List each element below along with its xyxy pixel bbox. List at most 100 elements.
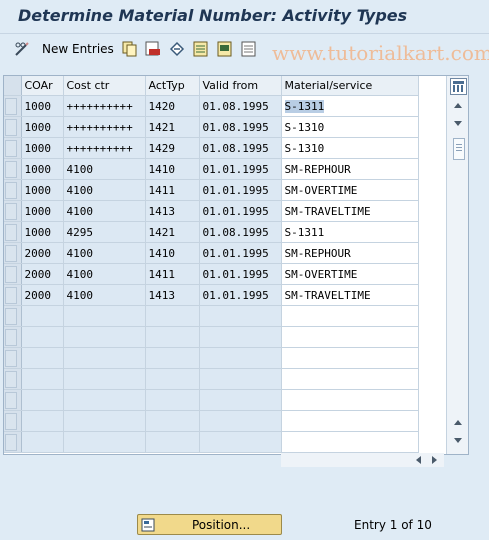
row-selector[interactable] — [4, 326, 22, 348]
select-all-button[interactable] — [192, 40, 210, 58]
new-entries-button[interactable]: New Entries — [34, 40, 114, 58]
undo-icon — [169, 41, 185, 57]
row-selector[interactable] — [4, 158, 22, 180]
empty-cell-material-service[interactable] — [281, 389, 419, 411]
delete-button[interactable] — [144, 40, 162, 58]
row-select-button[interactable] — [5, 202, 17, 220]
column-header-cost-ctr[interactable]: Cost ctr — [63, 76, 146, 96]
cell-acttyp: 1413 — [145, 284, 200, 306]
row-selector[interactable] — [4, 263, 22, 285]
row-selector[interactable] — [4, 389, 22, 411]
column-header-coar[interactable]: COAr — [21, 76, 64, 96]
row-select-button[interactable] — [5, 181, 17, 199]
scroll-page-up-icon[interactable] — [454, 420, 462, 425]
row-select-button[interactable] — [5, 244, 17, 262]
row-selector[interactable] — [4, 179, 22, 201]
cell-material-service[interactable]: S-1311 — [281, 221, 419, 243]
row-selector[interactable] — [4, 242, 22, 264]
empty-cell-material-service[interactable] — [281, 347, 419, 369]
row-selector[interactable] — [4, 137, 22, 159]
position-button[interactable]: Position... — [137, 514, 282, 535]
row-selector[interactable] — [4, 221, 22, 243]
empty-cell-coar — [21, 305, 64, 327]
row-selector[interactable] — [4, 410, 22, 432]
row-selector[interactable] — [4, 347, 22, 369]
scroll-page-down-icon[interactable] — [454, 438, 462, 443]
empty-cell-cost-ctr — [63, 431, 146, 453]
empty-cell-material-service[interactable] — [281, 431, 419, 453]
row-select-button[interactable] — [5, 139, 17, 157]
scroll-right-icon[interactable] — [432, 456, 437, 464]
row-selector[interactable] — [4, 116, 22, 138]
new-entries-label: New Entries — [42, 42, 114, 56]
row-select-button[interactable] — [5, 265, 17, 283]
column-header-valid-from[interactable]: Valid from — [199, 76, 282, 96]
row-selector[interactable] — [4, 431, 22, 453]
select-block-button[interactable] — [216, 40, 234, 58]
cell-material-service[interactable]: S-1310 — [281, 116, 419, 138]
empty-cell-material-service[interactable] — [281, 410, 419, 432]
cell-coar: 1000 — [21, 158, 64, 180]
table-row: 1000 4100 1413 01.01.1995 SM-TRAVELTIME — [4, 200, 419, 222]
position-icon — [141, 518, 155, 531]
row-selector[interactable] — [4, 368, 22, 390]
select-all-rows-cell[interactable] — [4, 76, 22, 96]
cell-acttyp: 1411 — [145, 263, 200, 285]
empty-cell-coar — [21, 431, 64, 453]
cell-material-service[interactable]: SM-OVERTIME — [281, 179, 419, 201]
cell-acttyp: 1410 — [145, 158, 200, 180]
cell-acttyp: 1421 — [145, 221, 200, 243]
row-select-button[interactable] — [5, 370, 17, 388]
empty-cell-valid-from — [199, 389, 282, 411]
cell-material-service[interactable]: S-1311 — [281, 95, 419, 117]
cell-material-service[interactable]: SM-TRAVELTIME — [281, 200, 419, 222]
row-select-button[interactable] — [5, 307, 17, 325]
scroll-down-icon[interactable] — [454, 121, 462, 126]
row-select-button[interactable] — [5, 286, 17, 304]
row-select-button[interactable] — [5, 412, 17, 430]
copy-button[interactable] — [121, 40, 139, 58]
table-row: 1000 4100 1410 01.01.1995 SM-REPHOUR — [4, 158, 419, 180]
row-select-button[interactable] — [5, 223, 17, 241]
column-header-acttyp[interactable]: ActTyp — [145, 76, 200, 96]
row-selector[interactable] — [4, 305, 22, 327]
scroll-up-icon[interactable] — [454, 103, 462, 108]
empty-cell-cost-ctr — [63, 326, 146, 348]
column-header-material-service[interactable]: Material/service — [281, 76, 419, 96]
row-select-button[interactable] — [5, 160, 17, 178]
undo-button[interactable] — [168, 40, 186, 58]
display-change-button[interactable] — [13, 40, 31, 58]
scroll-left-icon[interactable] — [416, 456, 421, 464]
empty-cell-material-service[interactable] — [281, 305, 419, 327]
scroll-thumb[interactable] — [453, 138, 465, 160]
row-selector[interactable] — [4, 200, 22, 222]
cell-material-service[interactable]: SM-REPHOUR — [281, 242, 419, 264]
horizontal-scrollbar[interactable] — [281, 453, 444, 467]
empty-cell-acttyp — [145, 347, 200, 369]
row-select-button[interactable] — [5, 328, 17, 346]
empty-cell-material-service[interactable] — [281, 326, 419, 348]
vertical-scrollbar[interactable] — [446, 76, 468, 454]
empty-row — [4, 305, 419, 327]
empty-row — [4, 368, 419, 390]
empty-cell-valid-from — [199, 368, 282, 390]
row-select-button[interactable] — [5, 391, 17, 409]
row-select-button[interactable] — [5, 97, 17, 115]
deselect-all-icon — [241, 41, 256, 57]
cell-cost-ctr: 4295 — [63, 221, 146, 243]
cell-valid-from: 01.01.1995 — [199, 179, 282, 201]
cell-material-service[interactable]: SM-REPHOUR — [281, 158, 419, 180]
cell-material-service[interactable]: SM-OVERTIME — [281, 263, 419, 285]
row-selector[interactable] — [4, 284, 22, 306]
column-settings-icon[interactable] — [450, 78, 467, 95]
cell-material-service[interactable]: SM-TRAVELTIME — [281, 284, 419, 306]
deselect-all-button[interactable] — [240, 40, 258, 58]
empty-row — [4, 326, 419, 348]
row-select-button[interactable] — [5, 433, 17, 451]
row-selector[interactable] — [4, 95, 22, 117]
row-select-button[interactable] — [5, 118, 17, 136]
cell-material-service[interactable]: S-1310 — [281, 137, 419, 159]
empty-cell-material-service[interactable] — [281, 368, 419, 390]
row-select-button[interactable] — [5, 349, 17, 367]
application-toolbar: New Entries www.tutorialkart.com — [0, 34, 489, 65]
